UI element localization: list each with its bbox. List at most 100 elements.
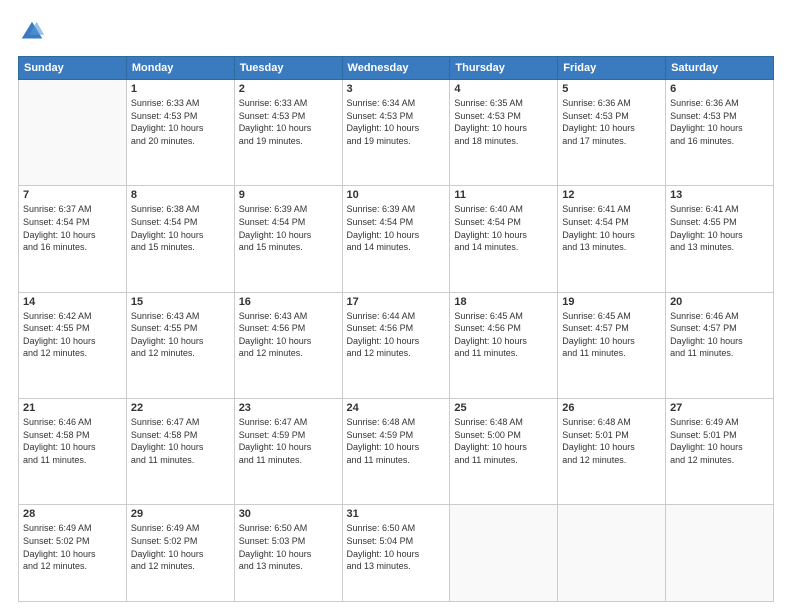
day-number: 11 [454,189,553,201]
calendar-cell: 2 Sunrise: 6:33 AM Sunset: 4:53 PM Daylig… [234,80,342,186]
day-number: 30 [239,508,338,520]
calendar-cell: 14 Sunrise: 6:42 AM Sunset: 4:55 PM Dayli… [19,292,127,398]
calendar-cell: 21Sunrise: 6:46 AM Sunset: 4:58 PM Dayli… [19,398,127,504]
day-info: Sunrise: 6:40 AM Sunset: 4:54 PM Dayligh… [454,203,553,253]
day-info: Sunrise: 6:46 AM Sunset: 4:57 PM Dayligh… [670,310,769,360]
calendar-week-row: 21Sunrise: 6:46 AM Sunset: 4:58 PM Dayli… [19,398,774,504]
calendar-cell: 28 Sunrise: 6:49 AM Sunset: 5:02 PM Dayli… [19,505,127,602]
calendar-cell: 26Sunrise: 6:48 AM Sunset: 5:01 PM Dayli… [558,398,666,504]
calendar-day-header: Friday [558,57,666,80]
day-number: 14 [23,296,122,308]
calendar-cell: 10 Sunrise: 6:39 AM Sunset: 4:54 PM Dayli… [342,186,450,292]
calendar-cell: 9 Sunrise: 6:39 AM Sunset: 4:54 PM Daylig… [234,186,342,292]
day-number: 9 [239,189,338,201]
calendar-cell: 5 Sunrise: 6:36 AM Sunset: 4:53 PM Daylig… [558,80,666,186]
calendar-cell: 17 Sunrise: 6:44 AM Sunset: 4:56 PM Dayli… [342,292,450,398]
day-number: 21 [23,402,122,414]
day-info: Sunrise: 6:48 AM Sunset: 4:59 PM Dayligh… [347,416,446,466]
day-info: Sunrise: 6:45 AM Sunset: 4:56 PM Dayligh… [454,310,553,360]
day-number: 18 [454,296,553,308]
day-info: Sunrise: 6:50 AM Sunset: 5:04 PM Dayligh… [347,522,446,572]
header [18,18,774,46]
day-number: 29 [131,508,230,520]
day-info: Sunrise: 6:48 AM Sunset: 5:00 PM Dayligh… [454,416,553,466]
day-info: Sunrise: 6:43 AM Sunset: 4:56 PM Dayligh… [239,310,338,360]
day-info: Sunrise: 6:36 AM Sunset: 4:53 PM Dayligh… [562,97,661,147]
calendar-day-header: Tuesday [234,57,342,80]
day-info: Sunrise: 6:34 AM Sunset: 4:53 PM Dayligh… [347,97,446,147]
day-info: Sunrise: 6:42 AM Sunset: 4:55 PM Dayligh… [23,310,122,360]
calendar-cell [558,505,666,602]
day-info: Sunrise: 6:47 AM Sunset: 4:59 PM Dayligh… [239,416,338,466]
calendar-cell: 7 Sunrise: 6:37 AM Sunset: 4:54 PM Daylig… [19,186,127,292]
calendar-week-row: 7 Sunrise: 6:37 AM Sunset: 4:54 PM Daylig… [19,186,774,292]
day-number: 1 [131,83,230,95]
day-info: Sunrise: 6:43 AM Sunset: 4:55 PM Dayligh… [131,310,230,360]
calendar-cell: 3 Sunrise: 6:34 AM Sunset: 4:53 PM Daylig… [342,80,450,186]
day-info: Sunrise: 6:38 AM Sunset: 4:54 PM Dayligh… [131,203,230,253]
day-info: Sunrise: 6:37 AM Sunset: 4:54 PM Dayligh… [23,203,122,253]
calendar-header-row: SundayMondayTuesdayWednesdayThursdayFrid… [19,57,774,80]
day-info: Sunrise: 6:49 AM Sunset: 5:02 PM Dayligh… [23,522,122,572]
calendar-cell: 15 Sunrise: 6:43 AM Sunset: 4:55 PM Dayli… [126,292,234,398]
day-number: 7 [23,189,122,201]
day-number: 12 [562,189,661,201]
day-number: 20 [670,296,769,308]
day-number: 28 [23,508,122,520]
calendar-cell: 1 Sunrise: 6:33 AM Sunset: 4:53 PM Daylig… [126,80,234,186]
day-number: 5 [562,83,661,95]
day-info: Sunrise: 6:45 AM Sunset: 4:57 PM Dayligh… [562,310,661,360]
calendar-table: SundayMondayTuesdayWednesdayThursdayFrid… [18,56,774,602]
day-number: 10 [347,189,446,201]
calendar-cell: 25Sunrise: 6:48 AM Sunset: 5:00 PM Dayli… [450,398,558,504]
day-number: 24 [347,402,446,414]
calendar-cell: 27Sunrise: 6:49 AM Sunset: 5:01 PM Dayli… [666,398,774,504]
calendar-cell: 23 Sunrise: 6:47 AM Sunset: 4:59 PM Dayli… [234,398,342,504]
page: SundayMondayTuesdayWednesdayThursdayFrid… [0,0,792,612]
day-number: 22 [131,402,230,414]
calendar-cell: 16Sunrise: 6:43 AM Sunset: 4:56 PM Dayli… [234,292,342,398]
day-info: Sunrise: 6:39 AM Sunset: 4:54 PM Dayligh… [347,203,446,253]
calendar-day-header: Monday [126,57,234,80]
calendar-cell [19,80,127,186]
logo [18,18,50,46]
day-info: Sunrise: 6:48 AM Sunset: 5:01 PM Dayligh… [562,416,661,466]
day-number: 8 [131,189,230,201]
logo-icon [18,18,46,46]
day-info: Sunrise: 6:33 AM Sunset: 4:53 PM Dayligh… [131,97,230,147]
day-number: 17 [347,296,446,308]
calendar-week-row: 14 Sunrise: 6:42 AM Sunset: 4:55 PM Dayli… [19,292,774,398]
calendar-cell: 12Sunrise: 6:41 AM Sunset: 4:54 PM Dayli… [558,186,666,292]
day-info: Sunrise: 6:35 AM Sunset: 4:53 PM Dayligh… [454,97,553,147]
calendar-day-header: Saturday [666,57,774,80]
calendar-cell [450,505,558,602]
day-number: 3 [347,83,446,95]
calendar-cell: 13 Sunrise: 6:41 AM Sunset: 4:55 PM Dayli… [666,186,774,292]
calendar-week-row: 1 Sunrise: 6:33 AM Sunset: 4:53 PM Daylig… [19,80,774,186]
calendar-day-header: Sunday [19,57,127,80]
calendar-cell: 29Sunrise: 6:49 AM Sunset: 5:02 PM Dayli… [126,505,234,602]
calendar-cell: 22 Sunrise: 6:47 AM Sunset: 4:58 PM Dayli… [126,398,234,504]
calendar-cell: 6Sunrise: 6:36 AM Sunset: 4:53 PM Daylig… [666,80,774,186]
calendar-week-row: 28 Sunrise: 6:49 AM Sunset: 5:02 PM Dayli… [19,505,774,602]
day-number: 15 [131,296,230,308]
day-number: 31 [347,508,446,520]
calendar-cell: 20 Sunrise: 6:46 AM Sunset: 4:57 PM Dayli… [666,292,774,398]
day-info: Sunrise: 6:33 AM Sunset: 4:53 PM Dayligh… [239,97,338,147]
calendar-cell: 4 Sunrise: 6:35 AM Sunset: 4:53 PM Daylig… [450,80,558,186]
day-info: Sunrise: 6:44 AM Sunset: 4:56 PM Dayligh… [347,310,446,360]
day-info: Sunrise: 6:41 AM Sunset: 4:55 PM Dayligh… [670,203,769,253]
day-number: 27 [670,402,769,414]
calendar-cell: 30Sunrise: 6:50 AM Sunset: 5:03 PM Dayli… [234,505,342,602]
day-number: 13 [670,189,769,201]
day-number: 4 [454,83,553,95]
day-number: 23 [239,402,338,414]
day-info: Sunrise: 6:36 AM Sunset: 4:53 PM Dayligh… [670,97,769,147]
calendar-cell: 11 Sunrise: 6:40 AM Sunset: 4:54 PM Dayli… [450,186,558,292]
day-number: 2 [239,83,338,95]
day-info: Sunrise: 6:39 AM Sunset: 4:54 PM Dayligh… [239,203,338,253]
day-number: 19 [562,296,661,308]
day-info: Sunrise: 6:47 AM Sunset: 4:58 PM Dayligh… [131,416,230,466]
calendar-cell: 31 Sunrise: 6:50 AM Sunset: 5:04 PM Dayli… [342,505,450,602]
calendar-cell: 19 Sunrise: 6:45 AM Sunset: 4:57 PM Dayli… [558,292,666,398]
